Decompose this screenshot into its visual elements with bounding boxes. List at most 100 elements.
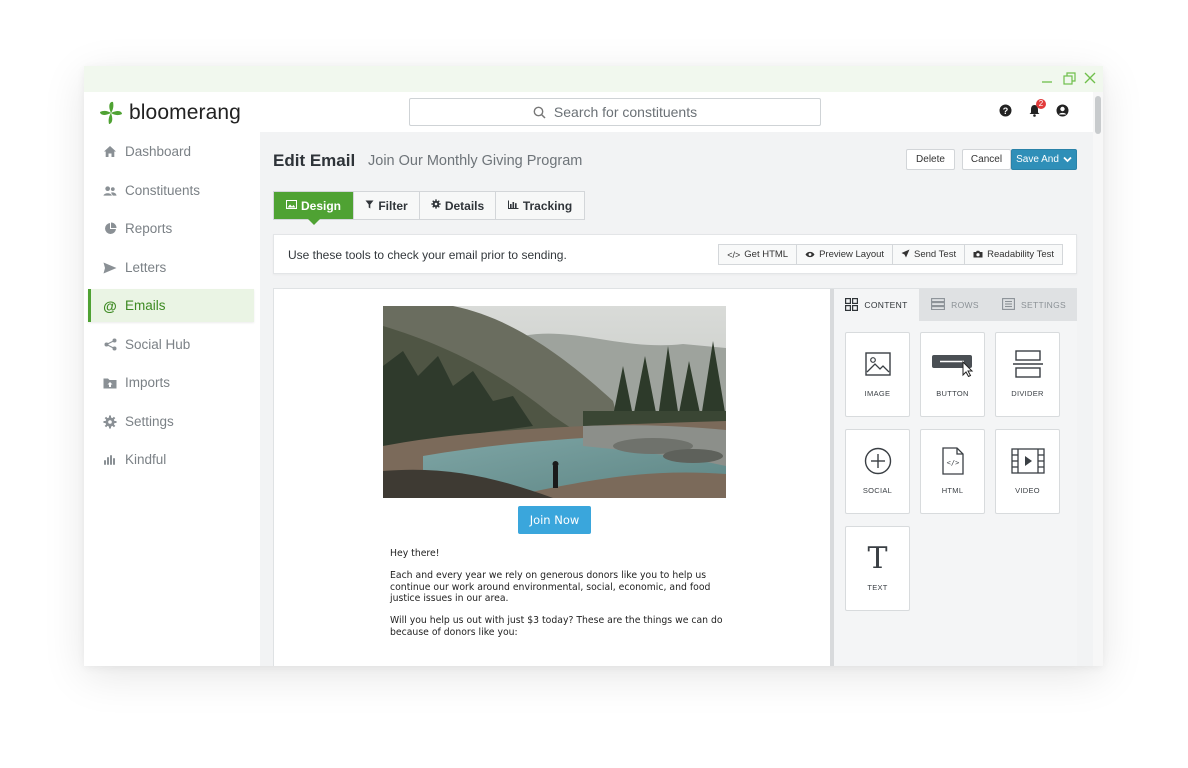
block-text[interactable]: T TEXT [845, 526, 910, 611]
tab-design[interactable]: Design [274, 192, 354, 225]
panel-tab-label: SETTINGS [1021, 300, 1066, 310]
user-account-icon[interactable] [1056, 104, 1070, 118]
camera-icon [973, 250, 983, 260]
block-divider[interactable]: DIVIDER [995, 332, 1060, 417]
code-icon: </> [727, 249, 741, 260]
block-label: SOCIAL [862, 486, 893, 495]
email-editor: Join Now Hey there! Each and every year … [273, 288, 1077, 666]
tab-details[interactable]: Details [420, 192, 496, 219]
block-label: IMAGE [864, 389, 891, 398]
window-titlebar [84, 66, 1103, 92]
email-greeting: Hey there! [390, 548, 440, 559]
sidebar-item-constituents[interactable]: Constituents [88, 174, 254, 207]
block-image[interactable]: IMAGE [845, 332, 910, 417]
people-icon [103, 184, 117, 198]
panel-tab-settings[interactable]: SETTINGS [991, 289, 1077, 321]
block-social[interactable]: SOCIAL [845, 429, 910, 514]
preview-layout-button[interactable]: Preview Layout [797, 245, 894, 264]
content-panel: CONTENT ROWS SETTINGS IMAGE BUTTON DIVID… [834, 289, 1077, 666]
sidebar-item-label: Social Hub [125, 337, 191, 352]
join-now-button[interactable]: Join Now [518, 506, 591, 534]
main-content: Edit Email Join Our Monthly Giving Progr… [260, 132, 1093, 666]
sidebar-item-label: Emails [125, 298, 166, 313]
save-and-button[interactable]: Save And [1011, 149, 1077, 170]
block-label: VIDEO [1015, 486, 1040, 495]
send-test-label: Send Test [914, 249, 957, 260]
tab-label: Tracking [522, 198, 573, 213]
hero-image[interactable] [383, 306, 726, 498]
at-icon: @ [103, 297, 117, 314]
email-body-text[interactable]: Hey there! Each and every year we rely o… [390, 548, 725, 649]
app-body: bloomerang Search for constituents ? 2 D… [84, 92, 1103, 666]
svg-text:</>: </> [946, 459, 959, 467]
tools-bar: Use these tools to check your email prio… [273, 234, 1077, 274]
email-canvas[interactable]: Join Now Hey there! Each and every year … [274, 289, 830, 666]
send-test-button[interactable]: Send Test [893, 245, 966, 264]
sidebar-item-dashboard[interactable]: Dashboard [88, 135, 254, 168]
close-icon[interactable] [1083, 72, 1097, 86]
delete-button[interactable]: Delete [906, 149, 955, 170]
sidebar-item-kindful[interactable]: Kindful [88, 443, 254, 476]
tab-label: Design [300, 198, 341, 213]
pie-chart-icon [103, 222, 117, 236]
sidebar: Dashboard Constituents Reports Letters @… [84, 132, 260, 666]
search-icon [533, 106, 546, 119]
restore-icon[interactable] [1062, 72, 1076, 86]
sidebar-item-label: Constituents [125, 183, 201, 198]
gear-icon [431, 199, 441, 212]
social-block-icon [846, 445, 909, 477]
panel-tabs: CONTENT ROWS SETTINGS [834, 289, 1077, 321]
sidebar-item-reports[interactable]: Reports [88, 212, 254, 245]
help-icon[interactable]: ? [999, 104, 1013, 118]
tab-label: Filter [378, 198, 408, 213]
sidebar-item-settings[interactable]: Settings [88, 405, 254, 438]
text-block-icon: T [867, 540, 888, 576]
save-and-label: Save And [1016, 154, 1059, 165]
tab-filter[interactable]: Filter [354, 192, 420, 219]
panel-tab-label: CONTENT [864, 300, 908, 310]
panel-tab-content[interactable]: CONTENT [834, 289, 919, 321]
sidebar-item-label: Imports [125, 375, 171, 390]
cancel-button[interactable]: Cancel [962, 149, 1011, 170]
block-html[interactable]: </> HTML [920, 429, 985, 514]
sidebar-item-label: Letters [125, 260, 167, 275]
bloomerang-logo-icon [100, 101, 122, 124]
tools-button-group: </> Get HTML Preview Layout Send Test Rea… [718, 244, 1063, 265]
tab-tracking[interactable]: Tracking [496, 192, 584, 219]
bar-chart-icon [507, 200, 519, 212]
sidebar-item-emails[interactable]: @ Emails [88, 289, 254, 322]
sidebar-item-label: Settings [125, 414, 174, 429]
eye-icon [805, 250, 815, 260]
image-icon [285, 199, 297, 212]
app-window: bloomerang Search for constituents ? 2 D… [84, 66, 1103, 666]
sidebar-item-letters[interactable]: Letters [88, 251, 254, 284]
divider-block-icon [996, 348, 1059, 380]
get-html-button[interactable]: </> Get HTML [719, 245, 798, 264]
panel-tab-label: ROWS [951, 300, 979, 310]
email-paragraph-1: Each and every year we rely on generous … [390, 570, 711, 604]
brand-logo[interactable]: bloomerang [98, 100, 241, 126]
grid-icon [845, 297, 859, 313]
sidebar-item-social-hub[interactable]: Social Hub [88, 328, 254, 361]
search-input[interactable]: Search for constituents [409, 98, 821, 126]
chevron-down-icon [1063, 156, 1072, 163]
gear-icon [103, 415, 117, 429]
readability-test-button[interactable]: Readability Test [965, 245, 1062, 264]
top-bar: bloomerang Search for constituents ? 2 [84, 92, 1103, 132]
kindful-icon [103, 453, 117, 467]
block-button[interactable]: BUTTON [920, 332, 985, 417]
tab-label: Details [444, 198, 485, 213]
page-scroll-thumb[interactable] [1095, 96, 1101, 134]
block-video[interactable]: VIDEO [995, 429, 1060, 514]
panel-tab-rows[interactable]: ROWS [919, 289, 991, 321]
button-block-icon [921, 348, 984, 380]
notifications-bell-icon[interactable]: 2 [1028, 99, 1046, 118]
home-icon [103, 145, 117, 159]
readability-test-label: Readability Test [987, 249, 1054, 260]
minimize-icon[interactable] [1040, 72, 1054, 86]
svg-text:?: ? [1003, 106, 1009, 116]
filter-icon [365, 200, 374, 212]
search-placeholder: Search for constituents [553, 104, 698, 120]
page-scrollbar[interactable] [1093, 92, 1103, 666]
sidebar-item-imports[interactable]: Imports [88, 366, 254, 399]
